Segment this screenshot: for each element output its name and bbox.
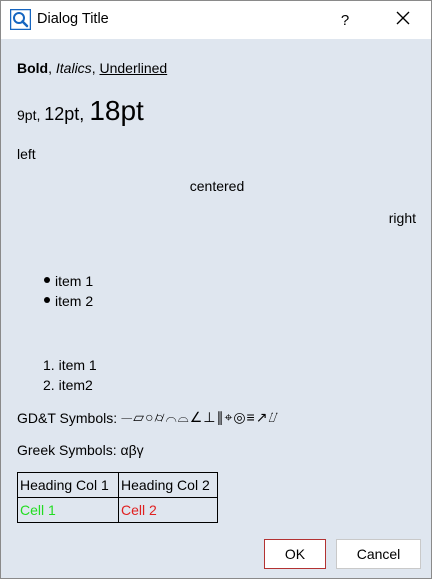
formatting-line: Bold, Italics, Underlined — [17, 60, 167, 76]
left-aligned-text: left — [17, 146, 36, 162]
size-9pt-text: 9pt — [17, 107, 37, 123]
table-header: Heading Col 2 — [118, 472, 218, 498]
gdt-symbols: ⏤⏥○⌭⌒⌓∠⊥∥⌖◎≡↗⌰ — [121, 409, 279, 425]
right-aligned-text: right — [388, 210, 416, 226]
size-12pt-text: 12pt — [44, 104, 80, 124]
table-cell: Cell 2 — [118, 497, 218, 523]
close-icon — [396, 11, 410, 30]
cancel-button[interactable]: Cancel — [336, 539, 421, 569]
list-item: 2. item2 — [43, 377, 93, 393]
gdt-symbols-line: GD&T Symbols: ⏤⏥○⌭⌒⌓∠⊥∥⌖◎≡↗⌰ — [17, 409, 279, 426]
gdt-label: GD&T Symbols: — [17, 409, 118, 426]
data-table: Heading Col 1 Heading Col 2 Cell 1 Cell … — [17, 472, 218, 523]
bullet-list: item 1 item 2 — [44, 273, 93, 313]
close-button[interactable] — [377, 1, 429, 39]
italic-text: Italics — [55, 60, 92, 76]
centered-text: centered — [189, 178, 245, 194]
font-sizes-line: 9pt, 12pt, 18pt — [17, 95, 144, 127]
table-header-row: Heading Col 1 Heading Col 2 — [17, 472, 218, 498]
search-icon — [9, 8, 32, 31]
bold-text: Bold — [17, 60, 49, 76]
list-item: item 1 — [44, 273, 93, 293]
list-item: 1. item 1 — [43, 357, 97, 373]
underlined-text: Underlined — [99, 60, 168, 76]
dialog-window: Dialog Title ? Bold, Italics, Underlined… — [0, 0, 432, 579]
table-row: Cell 1 Cell 2 — [17, 497, 218, 523]
bullet-icon — [44, 277, 50, 284]
help-button[interactable]: ? — [327, 1, 363, 39]
table-header: Heading Col 1 — [17, 472, 119, 498]
greek-label: Greek Symbols: — [17, 442, 117, 458]
greek-symbols: αβγ — [120, 442, 144, 458]
separator: , — [79, 104, 90, 124]
ok-button[interactable]: OK — [264, 539, 326, 569]
list-item: item 2 — [44, 293, 93, 313]
window-title: Dialog Title — [37, 11, 109, 27]
numbered-list: 1. item 1 2. item2 — [43, 357, 97, 397]
table-cell: Cell 1 — [17, 497, 119, 523]
size-18pt-text: 18pt — [89, 95, 144, 126]
bullet-icon — [44, 297, 50, 304]
title-bar: Dialog Title ? — [1, 1, 431, 39]
separator: , — [48, 60, 56, 76]
greek-symbols-line: Greek Symbols: αβγ — [17, 442, 144, 458]
